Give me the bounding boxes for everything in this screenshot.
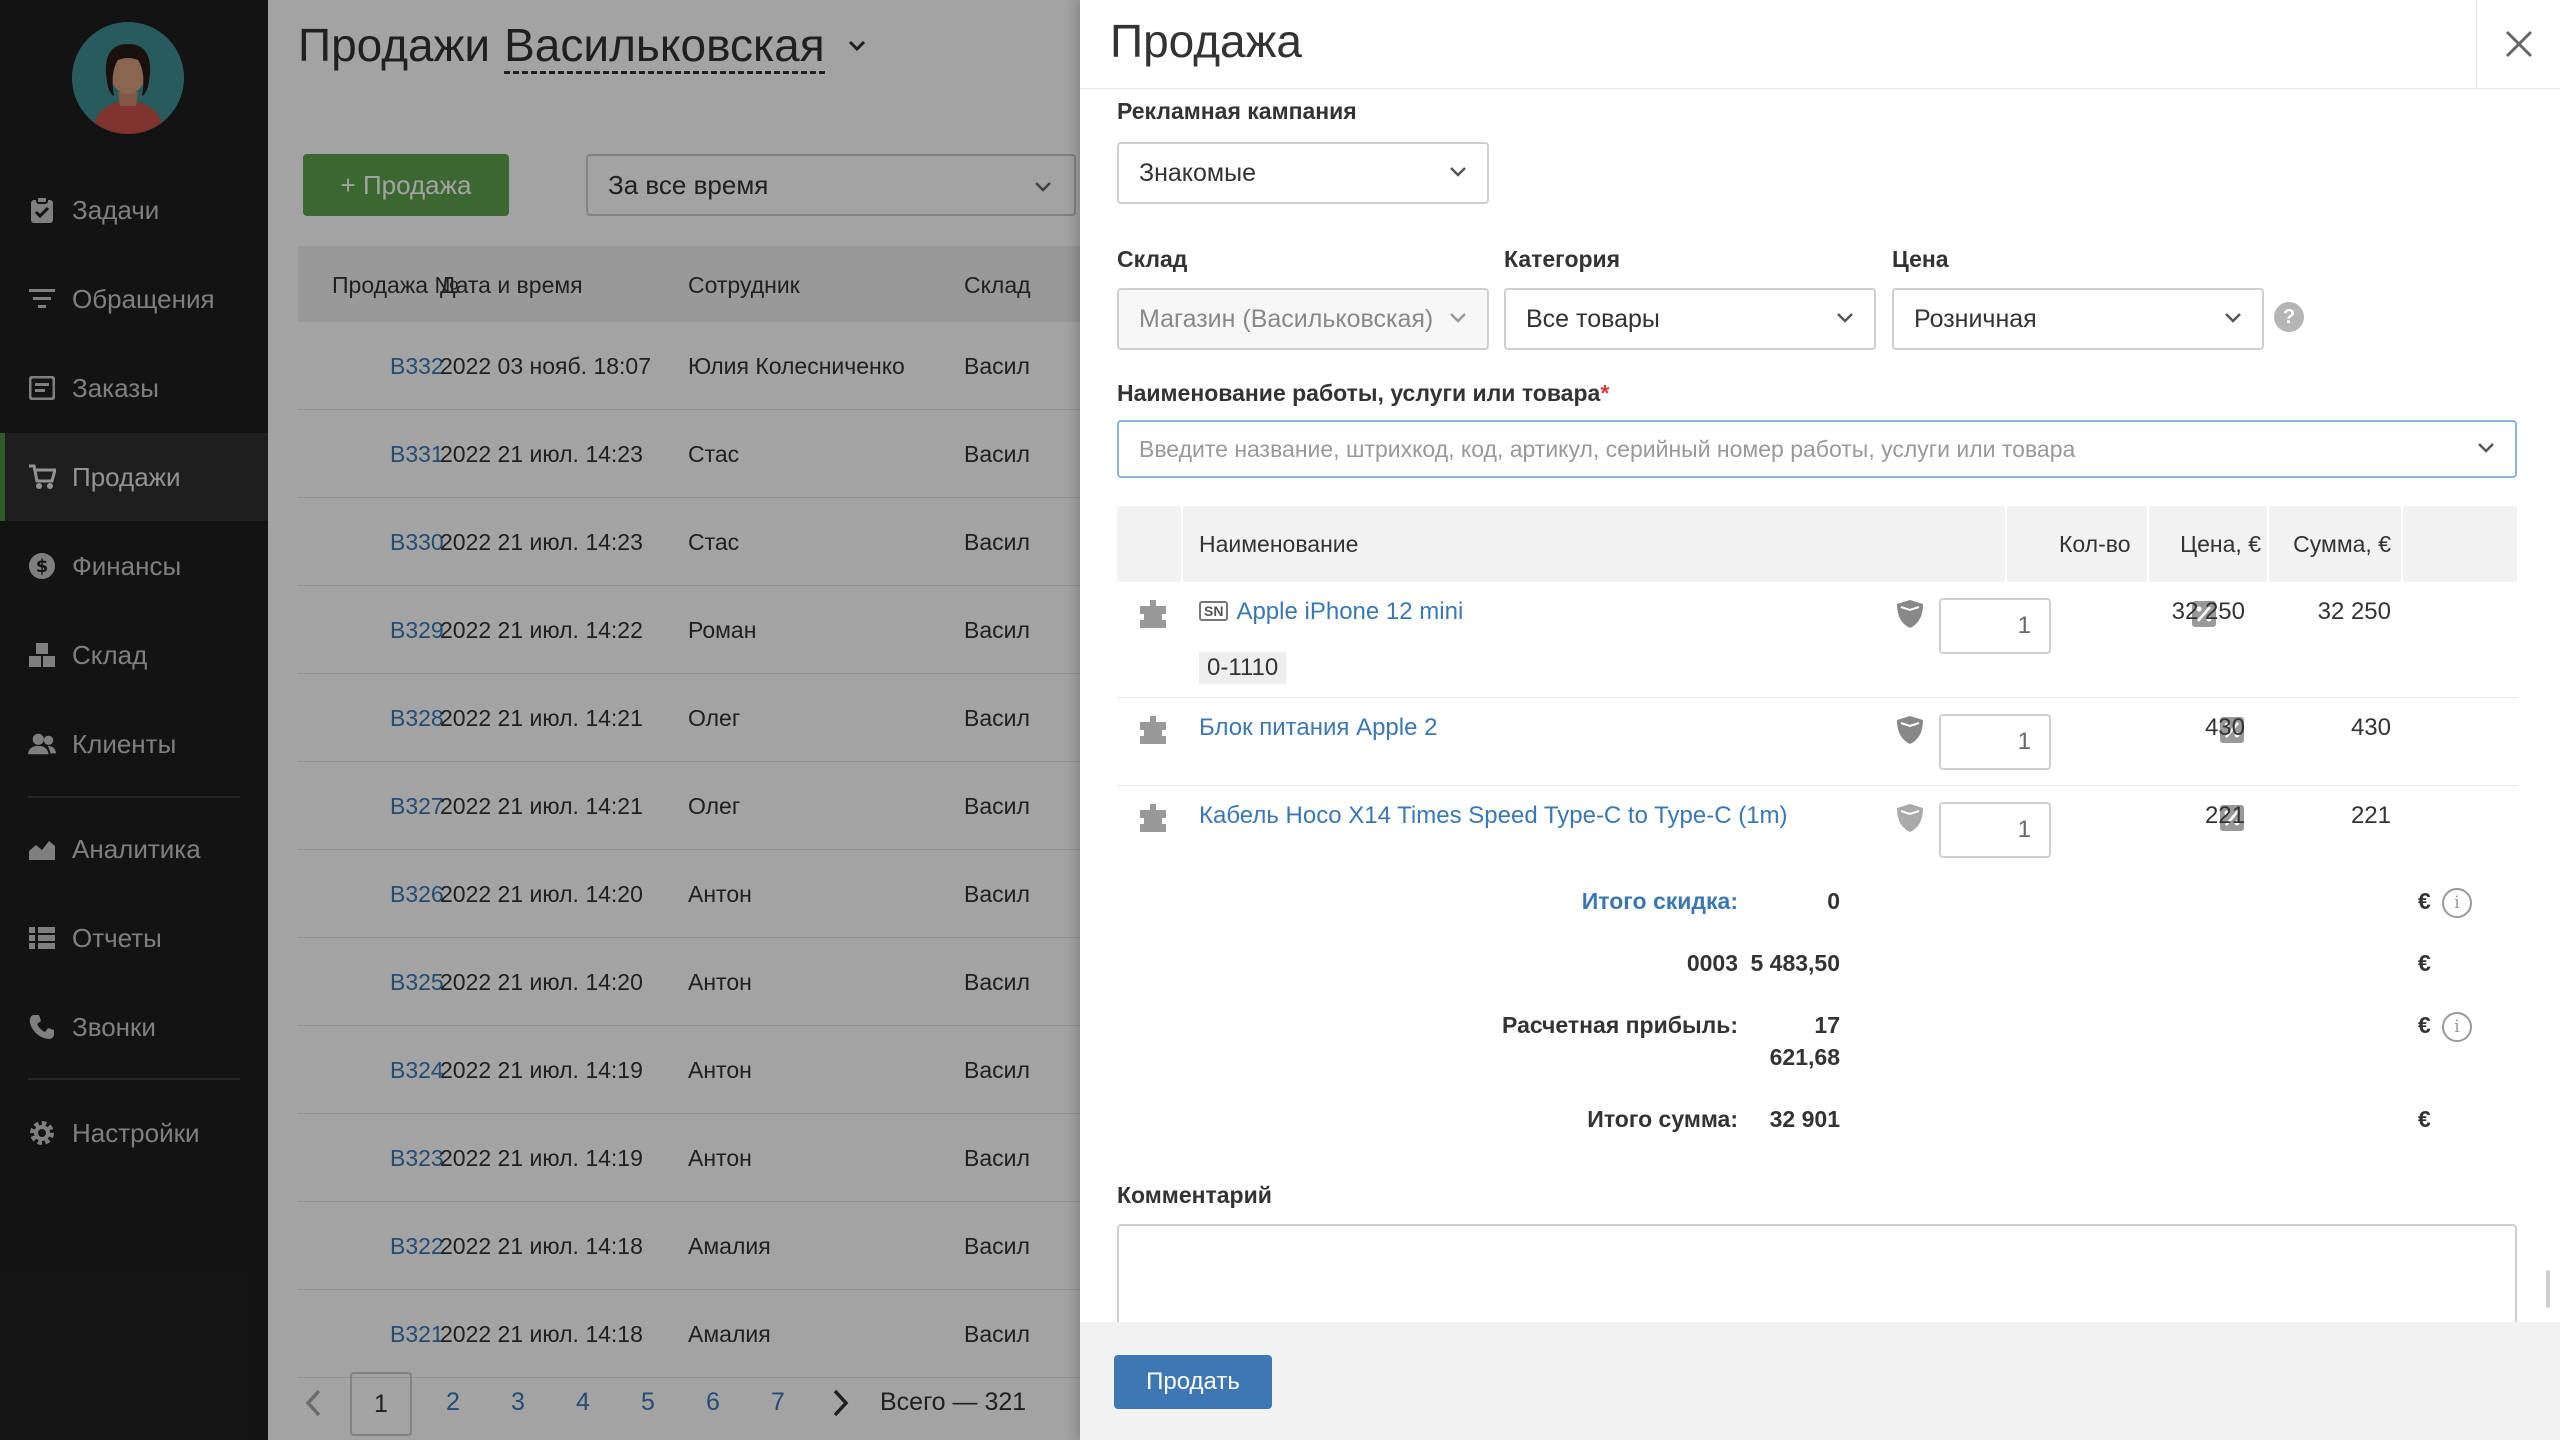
puzzle-icon[interactable] (1137, 802, 1169, 839)
profit-value: 621,68 (1769, 1044, 1840, 1070)
item-name-link[interactable]: SN Apple iPhone 12 mini (1199, 598, 1463, 626)
warranty-shield-icon[interactable] (1895, 714, 1925, 751)
item-sum: 32 250 (2317, 598, 2391, 625)
item-name-link[interactable]: Блок питания Apple 2 (1199, 714, 1437, 742)
item-price: 430 (2204, 714, 2245, 741)
chevron-down-icon (2225, 313, 2241, 323)
code-value: 5 483,50 (1750, 950, 1840, 976)
item-search-input[interactable]: Введите название, штрихкод, код, артикул… (1117, 420, 2517, 478)
close-button[interactable] (2476, 0, 2560, 88)
profit-label: Расчетная прибыль: (1502, 1012, 1738, 1038)
quantity-input[interactable]: 1 (1939, 802, 2051, 858)
code-label: 0003 (1686, 950, 1738, 976)
item-sum: 430 (2350, 714, 2391, 741)
scrollbar[interactable] (2546, 1270, 2550, 1308)
sn-badge-icon: SN (1199, 601, 1229, 621)
price-type-select[interactable]: Розничная (1892, 288, 2264, 350)
total-sum-label: Итого сумма: (1587, 1106, 1738, 1132)
sell-button[interactable]: Продать (1114, 1355, 1272, 1409)
total-discount-link[interactable]: Итого скидка: (1582, 888, 1738, 915)
warranty-shield-icon[interactable] (1895, 802, 1925, 839)
quantity-input[interactable]: 1 (1939, 714, 2051, 770)
profit-value: 17 (1814, 1012, 1840, 1038)
chevron-down-icon (1450, 167, 1466, 177)
close-icon (2505, 30, 2532, 58)
comment-label: Комментарий (1117, 1182, 1272, 1208)
column-header: Наименование (1199, 531, 1359, 557)
item-row: Кабель Hoco X14 Times Speed Type-C to Ty… (1117, 786, 2517, 874)
item-name-link[interactable]: Кабель Hoco X14 Times Speed Type-C to Ty… (1199, 802, 1788, 830)
serial-number-tag: 0-1110 (1199, 652, 1287, 684)
currency-symbol: € (2418, 888, 2431, 914)
sale-drawer: Продажа Рекламная кампания Знакомые Скла… (1080, 0, 2560, 1440)
category-select[interactable]: Все товары (1504, 288, 1876, 350)
column-header: Кол-во (2059, 531, 2131, 557)
column-header: Сумма, € (2293, 531, 2391, 557)
chevron-down-icon (1837, 313, 1853, 323)
currency-symbol: € (2418, 1012, 2431, 1038)
puzzle-icon[interactable] (1137, 598, 1169, 635)
item-row: SN Apple iPhone 12 mini 0-1110 1 32 250 3… (1117, 582, 2517, 698)
item-price: 221 (2204, 802, 2245, 829)
warranty-shield-icon[interactable] (1895, 598, 1925, 635)
chevron-down-icon (2478, 443, 2494, 453)
drawer-footer (1080, 1322, 2560, 1440)
puzzle-icon[interactable] (1137, 714, 1169, 751)
info-icon[interactable]: i (2442, 888, 2472, 918)
price-label: Цена (1892, 246, 1949, 272)
info-icon[interactable]: i (2442, 1012, 2472, 1042)
store-select[interactable]: Магазин (Васильковская) (1117, 288, 1489, 350)
item-search-label: Наименование работы, услуги или товара* (1117, 380, 1610, 406)
total-sum-value: 32 901 (1769, 1106, 1840, 1132)
modal-backdrop[interactable] (0, 0, 1080, 1440)
item-sum: 221 (2350, 802, 2391, 829)
item-row: Блок питания Apple 2 1 430 430 (1117, 698, 2517, 786)
help-icon[interactable]: ? (2274, 302, 2304, 332)
drawer-title: Продажа (1110, 15, 1302, 67)
chevron-down-icon (1450, 313, 1466, 323)
quantity-input[interactable]: 1 (1939, 598, 2051, 654)
divider (1080, 88, 2560, 89)
column-header: Цена, € (2180, 531, 2261, 557)
store-label: Склад (1117, 246, 1188, 272)
currency-symbol: € (2418, 1106, 2431, 1132)
category-label: Категория (1504, 246, 1621, 272)
total-discount-value: 0 (1827, 888, 1840, 914)
campaign-label: Рекламная кампания (1117, 98, 1357, 124)
items-table-header: Наименование Кол-во Цена, € Сумма, € (1117, 506, 2517, 582)
campaign-select[interactable]: Знакомые (1117, 142, 1489, 204)
item-price: 32 250 (2171, 598, 2245, 625)
currency-symbol: € (2418, 950, 2431, 976)
